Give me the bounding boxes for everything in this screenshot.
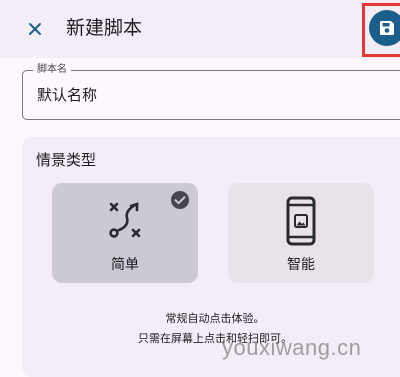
scene-option-smart[interactable]: 智能: [228, 183, 374, 283]
scene-description-line1: 常规自动点击体验。: [165, 312, 265, 325]
script-name-label: 脚本名: [33, 63, 71, 77]
phone-image-icon: [279, 196, 323, 246]
save-button[interactable]: [369, 10, 400, 46]
scene-option-simple-label: 简单: [111, 257, 139, 273]
page-title: 新建脚本: [66, 17, 143, 39]
scene-option-simple[interactable]: 简单: [52, 183, 198, 283]
script-name-input[interactable]: 默认名称: [37, 84, 377, 106]
scene-option-smart-label: 智能: [287, 257, 315, 273]
scene-type-title: 情景类型: [36, 151, 97, 169]
gesture-path-icon: [103, 197, 147, 245]
watermark: youxiwang.cn: [222, 335, 362, 360]
close-icon: [29, 23, 41, 35]
save-icon: [380, 21, 394, 35]
top-app-bar: 新建脚本: [0, 0, 400, 58]
close-button[interactable]: [22, 16, 48, 42]
script-name-field[interactable]: 脚本名 默认名称: [22, 63, 400, 120]
check-circle-icon: [171, 191, 189, 209]
